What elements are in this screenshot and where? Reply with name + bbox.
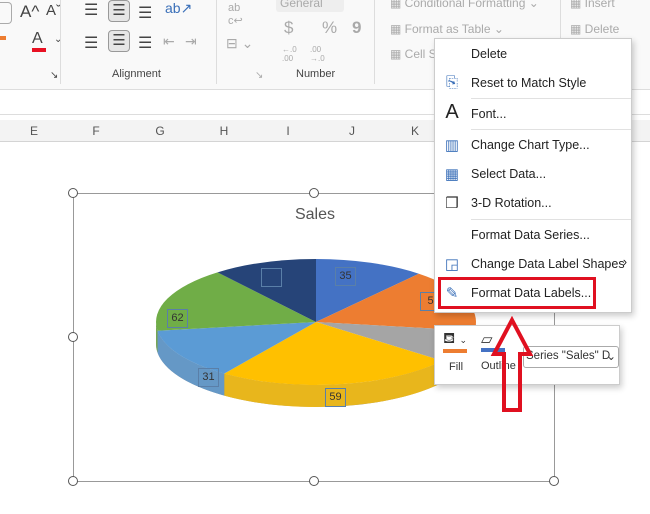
- insert-button[interactable]: ▦ Insert: [570, 0, 615, 10]
- paint-bucket-icon: ⛾ ⌄: [443, 330, 467, 347]
- resize-handle[interactable]: [309, 188, 319, 198]
- menu-item-reset-style[interactable]: ⎘ Reset to Match Style: [435, 70, 633, 96]
- number-group-label: Number: [296, 68, 336, 80]
- increase-decimal-button[interactable]: ←.0 .00: [282, 45, 302, 63]
- merge-center-icon[interactable]: ⊟ ⌄: [226, 35, 253, 52]
- select-data-icon: ▦: [444, 166, 460, 183]
- orientation-icon[interactable]: ab↗: [165, 0, 192, 17]
- wrap-text-icon[interactable]: ab c↩: [228, 2, 243, 27]
- align-bottom-icon[interactable]: ☰: [138, 3, 152, 23]
- font-color-button[interactable]: A: [32, 30, 46, 52]
- resize-handle[interactable]: [309, 476, 319, 486]
- delete-button[interactable]: ▦ Delete: [570, 22, 619, 36]
- font-size-box[interactable]: [0, 2, 12, 24]
- menu-item-select-data[interactable]: ▦ Select Data...: [435, 161, 633, 187]
- dialog-launcher-icon[interactable]: ↘: [50, 70, 58, 81]
- increase-indent-icon[interactable]: ⇥: [185, 33, 197, 50]
- grow-font-button[interactable]: A^: [20, 2, 39, 22]
- rotation-icon: ❒: [445, 195, 459, 212]
- decrease-indent-icon[interactable]: ⇤: [163, 33, 175, 50]
- chart-type-icon: ▥: [444, 137, 460, 154]
- shrink-font-button[interactable]: Aˇ: [46, 2, 61, 19]
- resize-handle[interactable]: [68, 332, 78, 342]
- fill-button[interactable]: ⛾ ⌄ Fill: [443, 330, 479, 380]
- align-right-icon[interactable]: ☰: [138, 33, 152, 53]
- column-header[interactable]: G: [150, 124, 170, 138]
- conditional-formatting-button[interactable]: ▦ Conditional Formatting ⌄: [390, 0, 539, 10]
- chevron-down-icon[interactable]: ⌄: [54, 34, 62, 45]
- align-top-icon[interactable]: ☰: [84, 0, 98, 20]
- alignment-group-label: Alignment: [112, 68, 161, 80]
- menu-item-font[interactable]: A Font...: [435, 101, 633, 127]
- data-label[interactable]: 59: [325, 388, 346, 407]
- data-label[interactable]: 31: [198, 368, 219, 387]
- data-label[interactable]: 62: [167, 309, 188, 328]
- reset-style-icon: ⎘: [445, 74, 458, 91]
- context-menu: Delete ⎘ Reset to Match Style A Font... ▥ C…: [434, 38, 632, 313]
- column-header[interactable]: J: [342, 124, 362, 138]
- column-header[interactable]: I: [278, 124, 298, 138]
- menu-item-change-label-shapes[interactable]: ◲ Change Data Label Shapes ›: [435, 251, 633, 277]
- chevron-down-icon: ⌄: [606, 351, 616, 363]
- menu-item-delete[interactable]: Delete: [435, 41, 633, 67]
- column-header[interactable]: K: [405, 124, 425, 138]
- cell-styles-button[interactable]: ▦ Cell S: [390, 47, 437, 61]
- column-header[interactable]: E: [24, 124, 44, 138]
- data-label-hidden[interactable]: [261, 268, 282, 287]
- resize-handle[interactable]: [549, 476, 559, 486]
- font-icon: A: [445, 101, 459, 123]
- currency-button[interactable]: $: [284, 18, 293, 38]
- resize-handle[interactable]: [68, 188, 78, 198]
- menu-item-change-chart-type[interactable]: ▥ Change Chart Type...: [435, 132, 633, 158]
- decrease-decimal-button[interactable]: .00 →.0: [310, 45, 330, 63]
- percent-button[interactable]: %: [322, 18, 337, 38]
- label-shapes-icon: ◲: [444, 256, 460, 273]
- chevron-right-icon: ›: [622, 255, 627, 269]
- font-color-icon: A: [32, 30, 43, 47]
- menu-item-format-data-series[interactable]: Format Data Series...: [435, 222, 633, 248]
- column-header[interactable]: H: [214, 124, 234, 138]
- fill-color-button[interactable]: [0, 36, 6, 40]
- align-center-icon[interactable]: ☰: [108, 30, 130, 52]
- align-left-icon[interactable]: ☰: [84, 33, 98, 53]
- column-header[interactable]: F: [86, 124, 106, 138]
- menu-item-3d-rotation[interactable]: ❒ 3-D Rotation...: [435, 190, 633, 216]
- resize-handle[interactable]: [68, 476, 78, 486]
- align-middle-icon[interactable]: ☰: [108, 0, 130, 22]
- data-label[interactable]: 35: [335, 267, 356, 286]
- number-format-select[interactable]: General: [276, 0, 344, 12]
- comma-button[interactable]: 9: [352, 18, 361, 38]
- highlight-box: [438, 277, 596, 309]
- red-arrow-annotation: [490, 316, 534, 412]
- format-as-table-button[interactable]: ▦ Format as Table ⌄: [390, 22, 504, 36]
- dialog-launcher-icon[interactable]: ↘: [255, 70, 263, 81]
